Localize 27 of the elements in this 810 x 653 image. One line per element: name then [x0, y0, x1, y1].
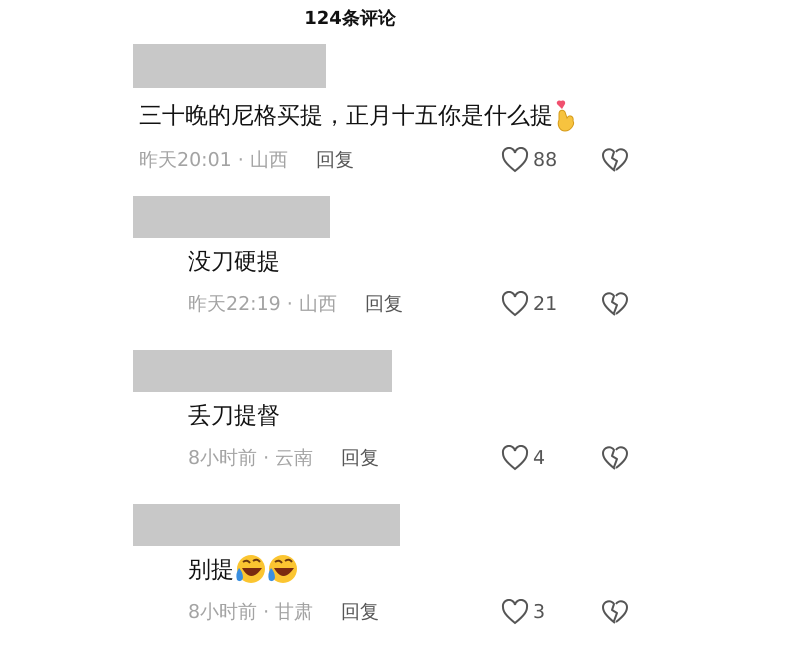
- reply-link[interactable]: 回复: [341, 599, 380, 625]
- broken-heart-icon[interactable]: [601, 445, 629, 471]
- heart-icon[interactable]: [501, 599, 529, 625]
- reply-link[interactable]: 回复: [341, 445, 380, 471]
- comment-time-region: 8小时前 · 云南: [188, 446, 314, 471]
- like-count: 3: [533, 601, 546, 623]
- broken-heart-icon[interactable]: [601, 147, 629, 173]
- reply-link[interactable]: 回复: [316, 147, 354, 173]
- comment-text: 丢刀提督: [188, 402, 280, 431]
- like-count: 88: [533, 149, 558, 171]
- comment-time-region: 8小时前 · 甘肃: [188, 600, 314, 625]
- reply-link[interactable]: 回复: [364, 291, 403, 317]
- heart-icon[interactable]: [501, 291, 529, 317]
- laughing-tears-emoji: [234, 554, 266, 586]
- comment-text: 没刀硬提: [188, 248, 280, 277]
- comment-text: 别提: [188, 556, 234, 585]
- comment-count-title: 124条评论: [303, 7, 397, 30]
- broken-heart-icon[interactable]: [601, 291, 629, 317]
- heart-icon[interactable]: [501, 147, 529, 173]
- comment-text: 三十晚的尼格买提，正月十五你是什么提: [139, 102, 553, 131]
- like-count: 4: [533, 447, 546, 469]
- heart-icon[interactable]: [501, 445, 529, 471]
- broken-heart-icon[interactable]: [601, 599, 629, 625]
- laughing-tears-emoji: [266, 554, 298, 586]
- like-count: 21: [533, 293, 558, 315]
- comment-time-region: 昨天20:01 · 山西: [139, 148, 288, 173]
- comment-time-region: 昨天22:19 · 山西: [188, 292, 337, 317]
